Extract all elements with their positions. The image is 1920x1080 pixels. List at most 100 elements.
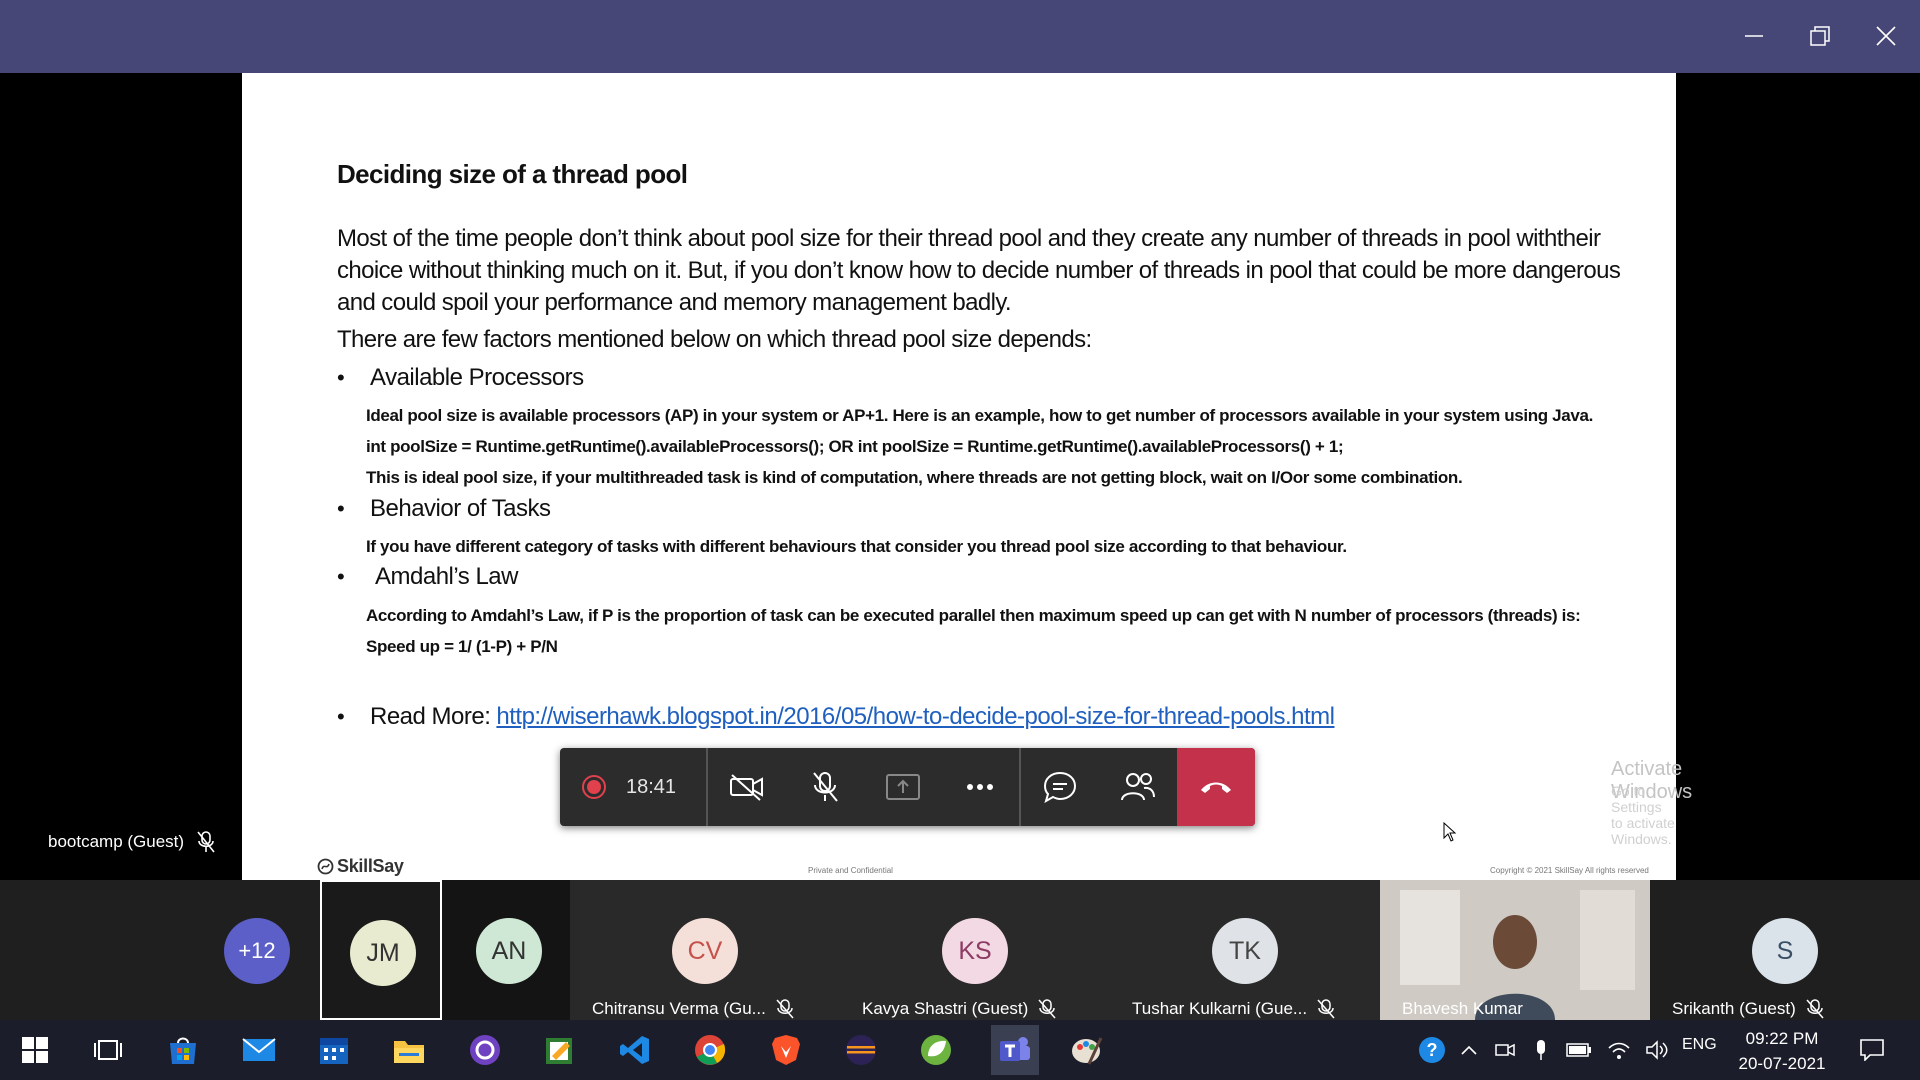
share-tray-icon bbox=[885, 774, 920, 800]
taskbar-chrome[interactable] bbox=[690, 1030, 730, 1070]
windows-start-icon bbox=[22, 1037, 48, 1063]
taskbar-file-explorer[interactable] bbox=[389, 1030, 429, 1070]
self-view-name: bootcamp (Guest) bbox=[48, 832, 185, 851]
bullet-dot: • bbox=[337, 496, 345, 521]
chat-icon bbox=[1044, 771, 1077, 803]
name-text: Tushar Kulkarni (Gue... bbox=[1132, 999, 1308, 1018]
microphone-icon bbox=[1537, 1040, 1545, 1060]
b1-line2: int poolSize = Runtime.getRuntime().avai… bbox=[366, 437, 1344, 456]
show-hidden-icons-button[interactable] bbox=[1454, 1030, 1484, 1070]
name-text: Srikanth (Guest) bbox=[1672, 999, 1796, 1018]
minimize-button[interactable] bbox=[1732, 16, 1776, 56]
leave-call-button[interactable] bbox=[1177, 748, 1256, 826]
participant-tile-cv[interactable]: CV Chitransu Verma (Gu... bbox=[570, 880, 840, 1020]
mic-off-icon bbox=[1806, 999, 1824, 1019]
spring-icon bbox=[921, 1035, 951, 1065]
bullet-dot: • bbox=[337, 365, 345, 390]
activate-windows-subtitle: Go to Settings to activate Windows. bbox=[1611, 783, 1675, 847]
camera-tray-icon bbox=[1495, 1043, 1515, 1057]
chrome-icon bbox=[695, 1035, 726, 1065]
chevron-up-icon bbox=[1461, 1045, 1477, 1055]
bullet-dot: • bbox=[337, 704, 345, 729]
taskbar-calendar[interactable] bbox=[314, 1030, 354, 1070]
folder-icon bbox=[394, 1041, 424, 1063]
minimize-icon bbox=[1745, 35, 1763, 37]
avatar-s: S bbox=[1752, 918, 1818, 984]
windows-taskbar: ? ENG 09:22 PM 20-07-2021 bbox=[0, 1020, 1920, 1080]
task-view-button[interactable] bbox=[88, 1030, 128, 1070]
taskbar-store[interactable] bbox=[163, 1030, 203, 1070]
slide-title: Deciding size of a thread pool bbox=[337, 159, 688, 189]
readmore-link[interactable]: http://wiserhawk.blogspot.in/2016/05/how… bbox=[496, 703, 1335, 731]
participant-tile-tk[interactable]: TK Tushar Kulkarni (Gue... bbox=[1110, 880, 1380, 1020]
hang-up-icon bbox=[1201, 782, 1232, 793]
participant-video-bk[interactable]: Bhavesh Kumar bbox=[1380, 880, 1650, 1020]
meet-now-tray[interactable] bbox=[1490, 1030, 1520, 1070]
mic-off-icon bbox=[1038, 999, 1056, 1019]
more-actions-button[interactable] bbox=[941, 748, 1019, 826]
store-icon bbox=[170, 1037, 196, 1064]
taskbar-pencil-app[interactable] bbox=[540, 1030, 580, 1070]
volume-icon bbox=[1646, 1040, 1668, 1060]
wifi-icon bbox=[1608, 1042, 1630, 1059]
skillsay-logo: SkillSay bbox=[317, 856, 404, 877]
taskbar-paint[interactable] bbox=[1067, 1030, 1107, 1070]
restore-button[interactable] bbox=[1798, 16, 1842, 56]
volume-tray[interactable] bbox=[1640, 1030, 1674, 1070]
participant-name-ks: Kavya Shastri (Guest) bbox=[862, 999, 1056, 1019]
teams-icon bbox=[1000, 1037, 1030, 1061]
participant-name-s: Srikanth (Guest) bbox=[1672, 999, 1824, 1019]
taskbar-clock[interactable]: 09:22 PM 20-07-2021 bbox=[1734, 1026, 1830, 1076]
participants-button[interactable] bbox=[1099, 748, 1177, 826]
calendar-icon bbox=[320, 1038, 348, 1064]
microphone-tray[interactable] bbox=[1526, 1030, 1556, 1070]
drawing-app-icon bbox=[546, 1038, 572, 1064]
taskbar-eclipse[interactable] bbox=[841, 1030, 881, 1070]
b1-line3: This is ideal pool size, if your multith… bbox=[366, 468, 1463, 487]
bullet-dot: • bbox=[337, 564, 345, 589]
factors-heading: There are few factors mentioned below on… bbox=[337, 326, 1092, 353]
participant-tile-ks[interactable]: KS Kavya Shastri (Guest) bbox=[840, 880, 1110, 1020]
bullet-available-processors: • Available Processors bbox=[337, 364, 584, 392]
brave-icon bbox=[772, 1035, 800, 1065]
recording-indicator[interactable]: 18:41 bbox=[560, 748, 708, 826]
language-indicator[interactable]: ENG bbox=[1682, 1036, 1717, 1054]
bullet-amdahls-law: • Amdahl’s Law bbox=[337, 563, 518, 591]
close-icon bbox=[1876, 26, 1896, 46]
start-button[interactable] bbox=[15, 1030, 55, 1070]
avatar-tk: TK bbox=[1212, 918, 1278, 984]
mic-off-icon bbox=[812, 772, 838, 802]
readmore-label: Read More: bbox=[370, 703, 491, 730]
mic-off-icon bbox=[776, 999, 794, 1019]
restore-icon bbox=[1810, 26, 1830, 46]
github-desktop-icon bbox=[470, 1035, 500, 1065]
participant-tile-an[interactable]: AN bbox=[442, 880, 570, 1020]
taskbar-github[interactable] bbox=[465, 1030, 505, 1070]
share-screen-button[interactable] bbox=[864, 748, 942, 826]
clock-time: 09:22 PM bbox=[1745, 1029, 1819, 1048]
battery-tray[interactable] bbox=[1562, 1030, 1596, 1070]
help-tray-button[interactable]: ? bbox=[1412, 1030, 1452, 1070]
overflow-participants[interactable]: +12 bbox=[224, 918, 290, 984]
taskbar-teams[interactable] bbox=[991, 1025, 1039, 1075]
camera-toggle-button[interactable] bbox=[708, 748, 786, 826]
participant-tile-jm[interactable]: JM bbox=[320, 880, 442, 1020]
mic-off-icon bbox=[1317, 999, 1335, 1019]
chat-button[interactable] bbox=[1021, 748, 1099, 826]
action-center-button[interactable] bbox=[1852, 1030, 1892, 1070]
wifi-tray[interactable] bbox=[1602, 1030, 1636, 1070]
taskbar-spring[interactable] bbox=[916, 1030, 956, 1070]
taskbar-vscode[interactable] bbox=[615, 1030, 655, 1070]
call-timer: 18:41 bbox=[626, 775, 677, 798]
b2-line1: If you have different category of tasks … bbox=[366, 537, 1347, 556]
b1-line1: Ideal pool size is available processors … bbox=[366, 406, 1593, 425]
footer-copyright: Copyright © 2021 SkillSay All rights res… bbox=[1490, 866, 1649, 875]
clock-date: 20-07-2021 bbox=[1738, 1054, 1826, 1073]
taskbar-mail[interactable] bbox=[239, 1030, 279, 1070]
mic-toggle-button[interactable] bbox=[786, 748, 864, 826]
participant-tile-s[interactable]: S Srikanth (Guest) bbox=[1650, 880, 1920, 1020]
taskbar-brave[interactable] bbox=[766, 1030, 806, 1070]
close-button[interactable] bbox=[1864, 16, 1908, 56]
bullet-label: Amdahl’s Law bbox=[375, 563, 518, 590]
camera-off-icon bbox=[729, 774, 763, 801]
